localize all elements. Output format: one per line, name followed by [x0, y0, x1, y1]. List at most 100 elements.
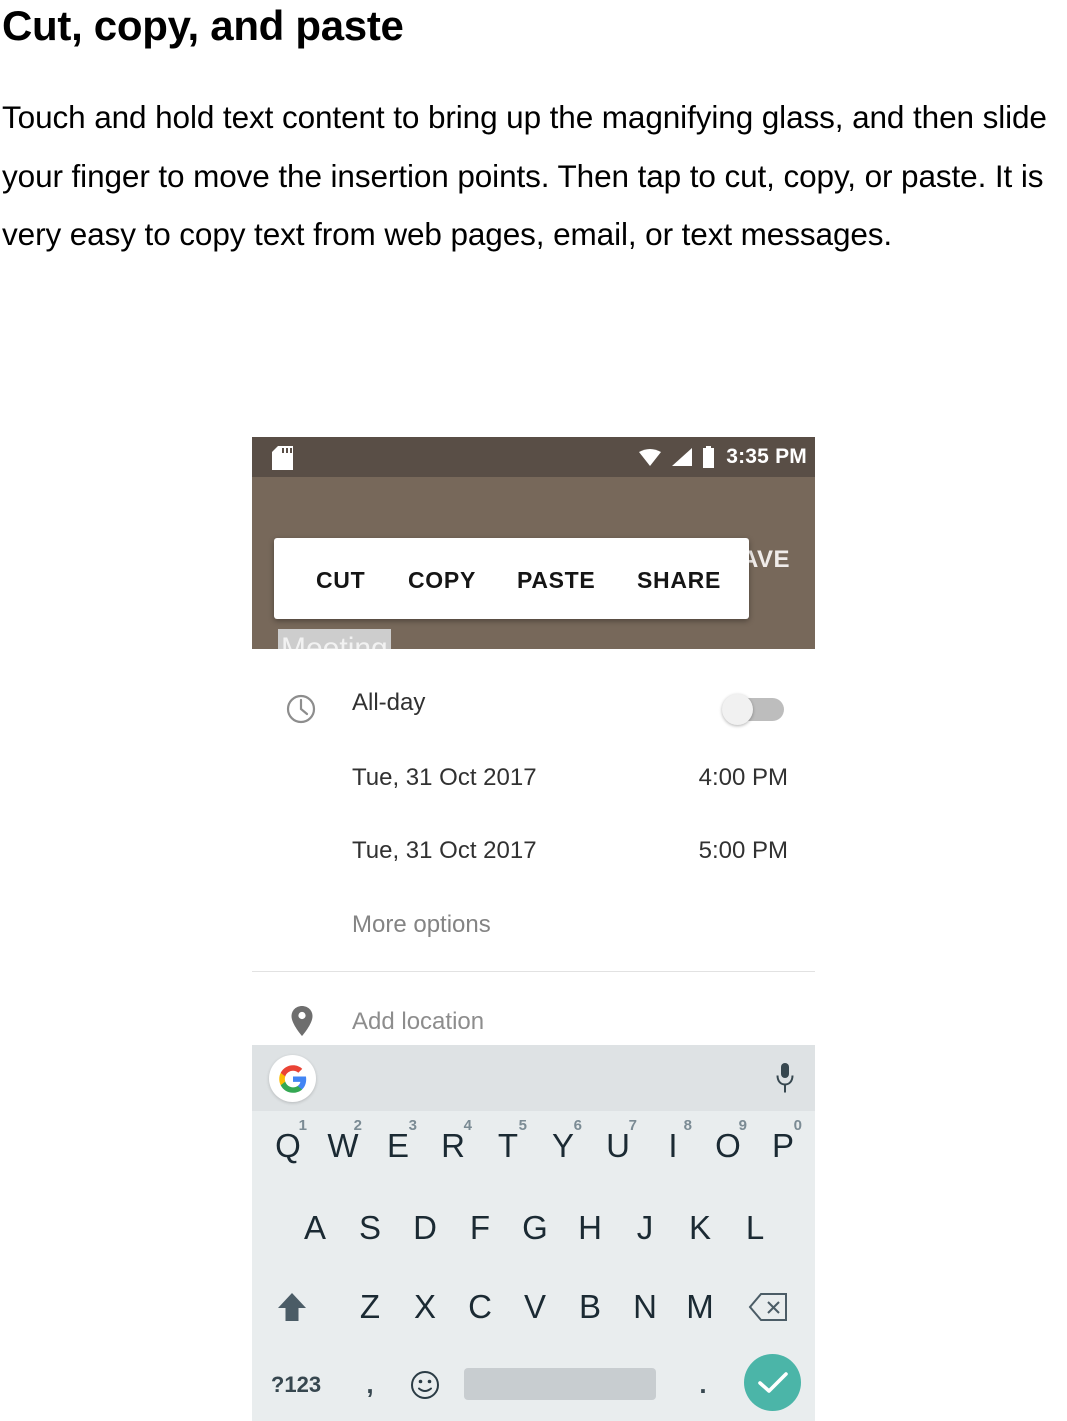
- key-label: J: [636, 1208, 654, 1246]
- more-options-label[interactable]: More options: [352, 911, 491, 939]
- key-label: L: [745, 1208, 765, 1246]
- key-label: A: [303, 1208, 326, 1246]
- add-location-label[interactable]: Add location: [352, 1008, 484, 1036]
- all-day-row[interactable]: All-day: [252, 689, 815, 739]
- key-I[interactable]: I8: [645, 1111, 701, 1180]
- key-label: ,: [366, 1369, 374, 1399]
- backspace-key[interactable]: [740, 1272, 796, 1341]
- key-T[interactable]: T5: [480, 1111, 536, 1180]
- key-U[interactable]: U7: [590, 1111, 646, 1180]
- shift-key[interactable]: [264, 1272, 320, 1341]
- event-form: All-day Tue, 31 Oct 2017 4:00 PM Tue, 31…: [252, 649, 815, 1049]
- text-selection-toolbar: CUT COPY PASTE SHARE: [274, 538, 749, 619]
- space-key[interactable]: [464, 1368, 656, 1400]
- phone-screenshot: 3:35 PM AVE Meeting CUT COPY PASTE SHARE: [252, 437, 815, 1421]
- key-X[interactable]: X: [397, 1272, 453, 1341]
- key-E[interactable]: E3: [370, 1111, 426, 1180]
- end-time-value[interactable]: 5:00 PM: [699, 837, 788, 865]
- key-number-hint: 5: [518, 1117, 527, 1134]
- microphone-icon[interactable]: [776, 1062, 794, 1094]
- key-label: F: [469, 1208, 491, 1246]
- signal-icon: [672, 448, 693, 466]
- key-H[interactable]: H: [562, 1193, 618, 1262]
- period-key[interactable]: .: [675, 1350, 731, 1419]
- emoji-smiley-icon: [411, 1370, 439, 1399]
- key-D[interactable]: D: [397, 1193, 453, 1262]
- key-V[interactable]: V: [507, 1272, 563, 1341]
- key-label: I: [668, 1126, 678, 1164]
- copy-button[interactable]: COPY: [408, 567, 476, 594]
- clock-icon: [286, 694, 316, 724]
- key-Y[interactable]: Y6: [535, 1111, 591, 1180]
- key-label: Z: [359, 1287, 381, 1325]
- shift-icon: [278, 1292, 306, 1321]
- keyboard-row-1: Q1 W2 E3 R4 T5 Y6 U7 I8 O9 P0: [252, 1111, 815, 1180]
- key-label: O: [715, 1126, 741, 1164]
- key-number-hint: 4: [463, 1117, 472, 1134]
- status-icons-group: 3:35 PM: [638, 437, 807, 477]
- key-number-hint: 3: [408, 1117, 417, 1134]
- key-label: X: [413, 1287, 436, 1325]
- location-pin-icon: [291, 1006, 313, 1036]
- key-label: ?123: [270, 1371, 322, 1397]
- key-M[interactable]: M: [672, 1272, 728, 1341]
- emoji-key[interactable]: [397, 1350, 453, 1419]
- comma-key[interactable]: ,: [342, 1350, 398, 1419]
- key-L[interactable]: L: [727, 1193, 783, 1262]
- checkmark-icon: [757, 1371, 788, 1393]
- symbols-key[interactable]: ?123: [263, 1350, 329, 1419]
- key-number-hint: 1: [298, 1117, 307, 1134]
- key-label: P: [771, 1126, 794, 1164]
- key-S[interactable]: S: [342, 1193, 398, 1262]
- key-Q[interactable]: Q1: [260, 1111, 316, 1180]
- key-P[interactable]: P0: [755, 1111, 811, 1180]
- key-label: V: [523, 1287, 546, 1325]
- key-A[interactable]: A: [287, 1193, 343, 1262]
- start-date-value[interactable]: Tue, 31 Oct 2017: [352, 764, 537, 792]
- key-label: Y: [551, 1126, 574, 1164]
- key-label: D: [413, 1208, 437, 1246]
- key-O[interactable]: O9: [700, 1111, 756, 1180]
- key-G[interactable]: G: [507, 1193, 563, 1262]
- key-C[interactable]: C: [452, 1272, 508, 1341]
- start-time-value[interactable]: 4:00 PM: [699, 764, 788, 792]
- status-bar-clock: 3:35 PM: [726, 445, 807, 468]
- key-number-hint: 0: [793, 1117, 802, 1134]
- key-label: K: [688, 1208, 711, 1246]
- all-day-label: All-day: [352, 689, 426, 716]
- key-N[interactable]: N: [617, 1272, 673, 1341]
- key-label: T: [497, 1126, 519, 1164]
- key-label: N: [633, 1287, 657, 1325]
- status-bar: 3:35 PM: [252, 437, 815, 477]
- body-paragraph: Touch and hold text content to bring up …: [2, 99, 1047, 252]
- keyboard-row-4: ?123 , .: [252, 1350, 815, 1419]
- cut-button[interactable]: CUT: [316, 567, 365, 594]
- enter-key[interactable]: [744, 1354, 801, 1411]
- key-label: R: [441, 1126, 465, 1164]
- paste-button[interactable]: PASTE: [517, 567, 595, 594]
- key-label: G: [522, 1208, 548, 1246]
- share-button[interactable]: SHARE: [637, 567, 721, 594]
- key-B[interactable]: B: [562, 1272, 618, 1341]
- all-day-toggle[interactable]: [722, 694, 784, 725]
- key-number-hint: 9: [738, 1117, 747, 1134]
- end-date-value[interactable]: Tue, 31 Oct 2017: [352, 837, 537, 865]
- key-F[interactable]: F: [452, 1193, 508, 1262]
- key-label: C: [468, 1287, 492, 1325]
- key-label: U: [606, 1126, 630, 1164]
- key-J[interactable]: J: [617, 1193, 673, 1262]
- key-number-hint: 8: [683, 1117, 692, 1134]
- key-R[interactable]: R4: [425, 1111, 481, 1180]
- on-screen-keyboard: Q1 W2 E3 R4 T5 Y6 U7 I8 O9 P0 A S D F G …: [252, 1045, 815, 1421]
- key-Z[interactable]: Z: [342, 1272, 398, 1341]
- key-label: S: [358, 1208, 381, 1246]
- key-W[interactable]: W2: [315, 1111, 371, 1180]
- key-K[interactable]: K: [672, 1193, 728, 1262]
- key-number-hint: 7: [628, 1117, 637, 1134]
- key-label: Q: [275, 1126, 301, 1164]
- google-logo-icon[interactable]: [269, 1055, 316, 1102]
- page-title: Cut, copy, and paste: [2, 2, 404, 49]
- backspace-icon: [748, 1292, 787, 1321]
- toggle-thumb: [722, 694, 753, 725]
- key-label: .: [699, 1369, 707, 1399]
